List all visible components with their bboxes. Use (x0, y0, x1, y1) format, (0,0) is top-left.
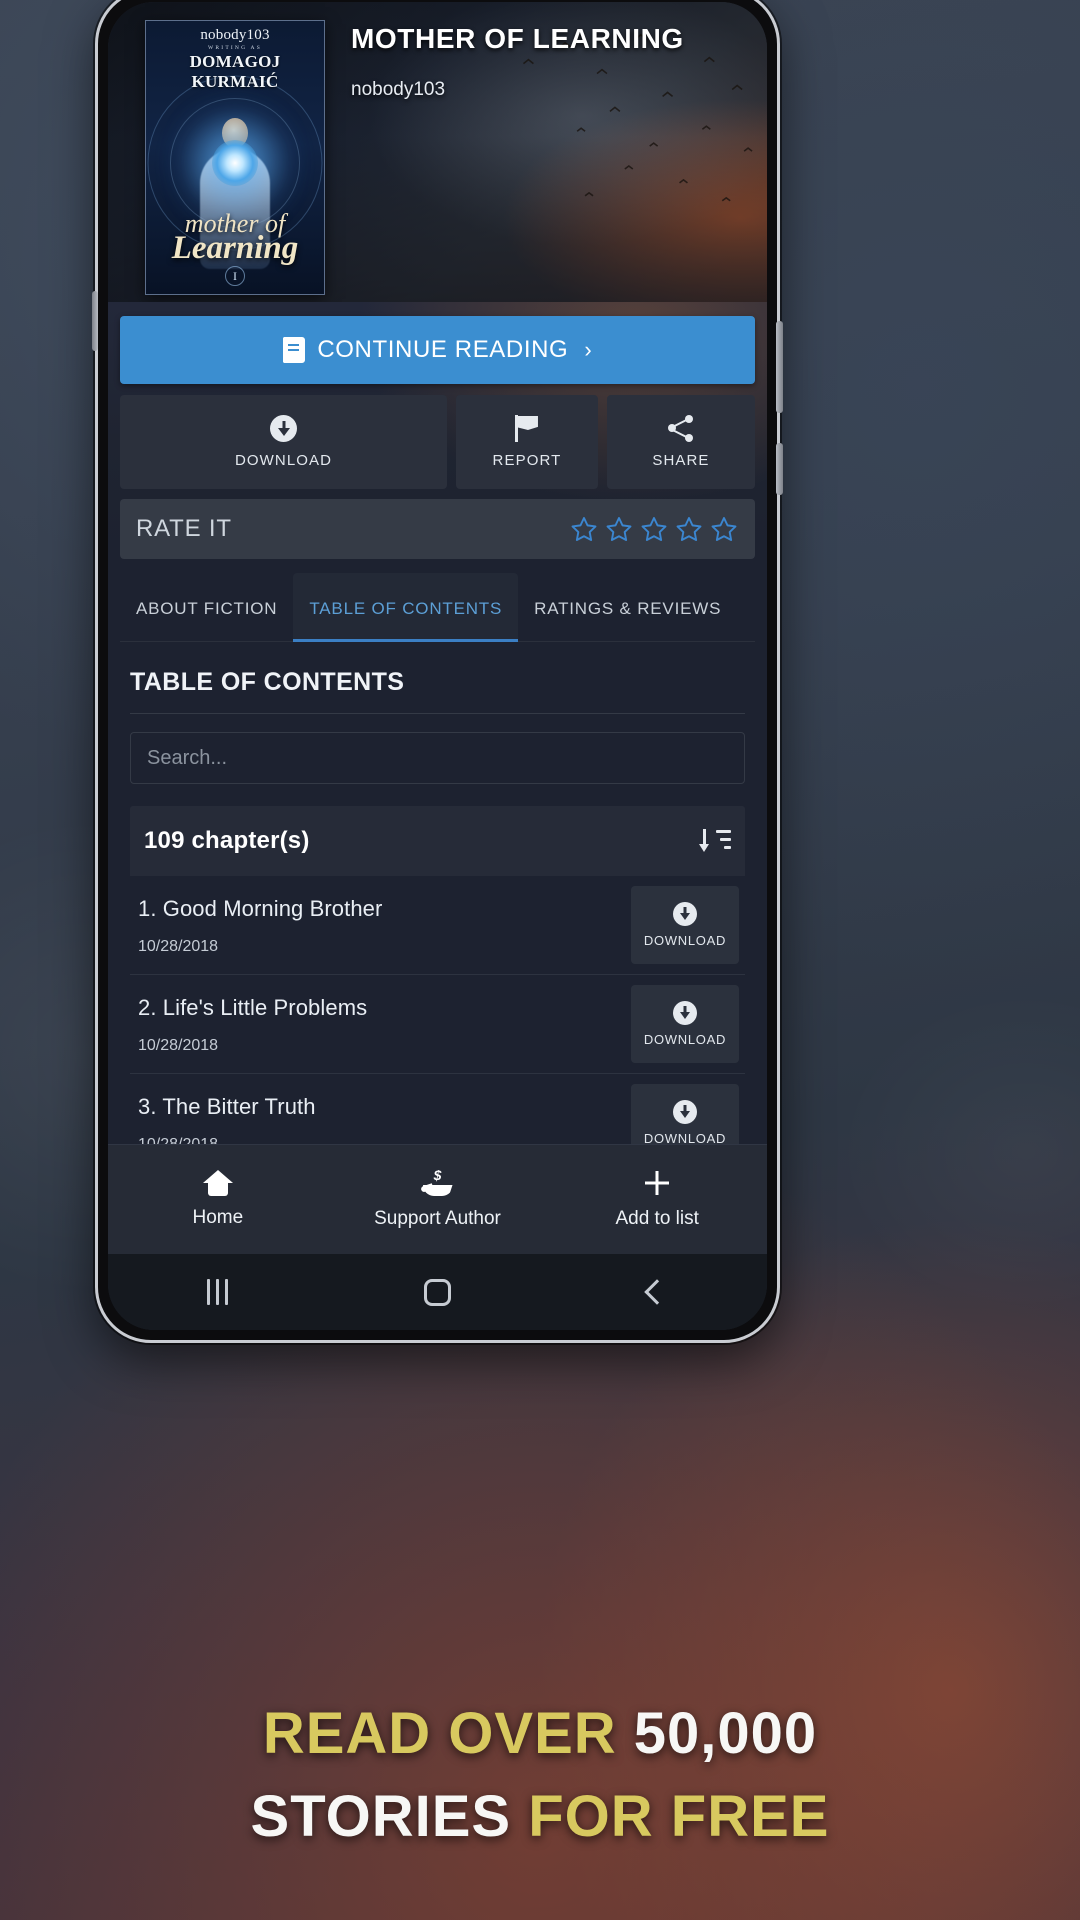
book-title: MOTHER OF LEARNING (351, 23, 684, 54)
nav-item-support-author[interactable]: $ Support Author (328, 1168, 548, 1230)
plus-icon (643, 1169, 671, 1197)
caption-line1-white: 50,000 (633, 1701, 818, 1767)
chapter-count-label: 109 chapter(s) (144, 827, 310, 854)
book-icon (283, 337, 306, 363)
chevron-right-icon: › (584, 337, 592, 362)
cover-writing-as: WRITING AS (208, 45, 262, 51)
download-button[interactable]: DOWNLOAD (120, 395, 448, 489)
page-scroll-area[interactable]: CONTINUE READING › DOWNLOAD REPORT SHARE… (108, 302, 767, 1144)
continue-reading-label: CONTINUE READING (317, 336, 569, 363)
recents-button[interactable] (108, 1279, 328, 1305)
book-hero-header: nobody103 WRITING AS DOMAGOJ KURMAIĆ mot… (108, 2, 767, 302)
search-placeholder: Search... (147, 746, 228, 769)
table-row[interactable]: 3. The Bitter Truth 10/28/2018 DOWNLOAD (130, 1074, 745, 1144)
star-rating-widget[interactable] (569, 515, 739, 544)
star-icon-3[interactable] (639, 515, 669, 544)
home-icon (202, 1170, 233, 1196)
home-square-icon (424, 1278, 451, 1306)
star-icon-2[interactable] (604, 515, 634, 544)
share-button-label: SHARE (652, 452, 710, 469)
nav-item-add-to-list[interactable]: Add to list (547, 1169, 767, 1230)
chapter-list: 1. Good Morning Brother 10/28/2018 DOWNL… (130, 876, 745, 1144)
report-button[interactable]: REPORT (456, 395, 598, 489)
phone-screen: nobody103 WRITING AS DOMAGOJ KURMAIĆ mot… (108, 2, 767, 1330)
hand-dollar-icon: $ (419, 1168, 455, 1197)
nav-home-label: Home (192, 1207, 244, 1228)
marketing-caption: READ OVER 50,000 STORIES FOR FREE (0, 1693, 1080, 1858)
caption-line2-white: STORIES (250, 1783, 529, 1849)
search-input[interactable]: Search... (130, 732, 745, 784)
phone-volume-button (776, 321, 783, 413)
nav-add-to-list-label: Add to list (615, 1208, 699, 1229)
download-circle-icon (673, 902, 697, 926)
star-icon-1[interactable] (569, 515, 599, 544)
report-button-label: REPORT (492, 452, 562, 469)
download-circle-icon (673, 1100, 697, 1124)
book-cover-image[interactable]: nobody103 WRITING AS DOMAGOJ KURMAIĆ mot… (145, 20, 325, 295)
cover-author-name: DOMAGOJ KURMAIĆ (189, 52, 281, 91)
share-nodes-icon (667, 415, 694, 442)
recents-icon (207, 1279, 229, 1305)
tab-table-of-contents[interactable]: TABLE OF CONTENTS (293, 573, 519, 642)
book-author[interactable]: nobody103 (351, 79, 751, 101)
download-button-label: DOWNLOAD (234, 452, 333, 469)
chapter-download-button[interactable]: DOWNLOAD (631, 1084, 739, 1144)
toc-heading: TABLE OF CONTENTS (130, 668, 405, 696)
download-circle-icon (270, 415, 297, 442)
caption-line-2: STORIES FOR FREE (0, 1776, 1080, 1858)
chapter-download-label: DOWNLOAD (643, 933, 727, 948)
rate-it-row: RATE IT (120, 499, 755, 559)
chapter-download-label: DOWNLOAD (643, 1032, 727, 1047)
chapter-download-button[interactable]: DOWNLOAD (631, 985, 739, 1063)
tab-bar: ABOUT FICTION TABLE OF CONTENTS RATINGS … (120, 573, 755, 642)
chapter-download-button[interactable]: DOWNLOAD (631, 886, 739, 964)
cover-title-line2: Learning (171, 229, 299, 266)
back-chevron-icon (644, 1279, 670, 1305)
table-row[interactable]: 1. Good Morning Brother 10/28/2018 DOWNL… (130, 876, 745, 975)
toc-divider (130, 713, 745, 714)
caption-line1-gold: READ OVER (262, 1701, 634, 1767)
chapter-count-row: 109 chapter(s) (130, 806, 745, 876)
caption-line-1: READ OVER 50,000 (0, 1693, 1080, 1775)
rate-it-label: RATE IT (136, 515, 232, 542)
tab-about-fiction[interactable]: ABOUT FICTION (120, 573, 293, 641)
cover-volume-number: I (225, 266, 245, 286)
chapter-download-label: DOWNLOAD (643, 1131, 727, 1144)
cover-nickname: nobody103 (200, 27, 270, 43)
phone-device-frame: nobody103 WRITING AS DOMAGOJ KURMAIĆ mot… (92, 0, 783, 1343)
table-row[interactable]: 2. Life's Little Problems 10/28/2018 DOW… (130, 975, 745, 1074)
nav-item-home[interactable]: Home (108, 1170, 328, 1229)
back-button[interactable] (547, 1279, 767, 1305)
share-button[interactable]: SHARE (606, 395, 755, 489)
tab-ratings-reviews[interactable]: RATINGS & REVIEWS (518, 573, 737, 641)
phone-left-button (92, 291, 98, 351)
bottom-navigation-bar: Home $ Support Author Add to list (108, 1144, 767, 1254)
nav-support-author-label: Support Author (374, 1208, 501, 1229)
android-system-navigation-bar (108, 1254, 767, 1330)
action-button-row: DOWNLOAD REPORT SHARE (120, 395, 755, 489)
phone-power-button (776, 443, 783, 495)
continue-reading-button[interactable]: CONTINUE READING › (120, 316, 755, 384)
flag-icon (514, 415, 540, 442)
caption-line2-gold: FOR FREE (528, 1783, 830, 1849)
home-button[interactable] (328, 1278, 548, 1306)
download-circle-icon (673, 1001, 697, 1025)
sort-descending-icon[interactable] (699, 828, 731, 854)
star-icon-5[interactable] (709, 515, 739, 544)
star-icon-4[interactable] (674, 515, 704, 544)
cover-magic-orb (212, 139, 258, 186)
